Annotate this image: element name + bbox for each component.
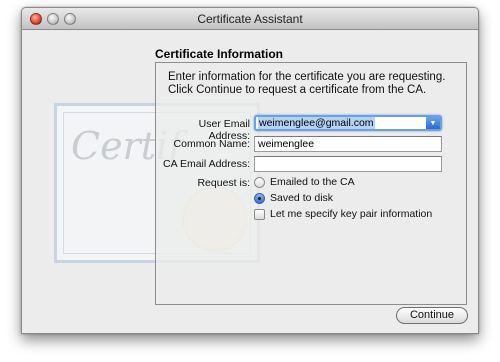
radio-emailed-to-ca-label: Emailed to the CA [270, 176, 355, 188]
key-pair-checkbox-label: Let me specify key pair information [270, 208, 433, 220]
request-is-label: Request is: [197, 177, 250, 189]
title-bar: Certificate Assistant [22, 8, 478, 30]
common-name-field[interactable]: weimenglee [254, 136, 442, 152]
certificate-assistant-window: Certificate Assistant Certif Certificate… [21, 7, 479, 334]
certificate-info-panel: Enter information for the certificate yo… [155, 62, 467, 305]
ca-email-label: CA Email Address: [163, 158, 250, 170]
user-email-combo[interactable]: weimenglee@gmail.com ▼ [254, 115, 442, 131]
ca-email-field[interactable] [254, 156, 442, 172]
section-title: Certificate Information [155, 47, 284, 61]
radio-saved-to-disk[interactable]: Saved to disk [254, 192, 333, 204]
window-title: Certificate Assistant [197, 12, 303, 26]
window-content: Certif Certificate Information Enter inf… [22, 31, 478, 333]
radio-emailed-to-ca-indicator[interactable] [254, 176, 265, 188]
key-pair-checkbox-box[interactable] [254, 208, 265, 220]
radio-saved-to-disk-indicator[interactable] [254, 192, 265, 204]
radio-emailed-to-ca[interactable]: Emailed to the CA [254, 176, 355, 188]
continue-button[interactable]: Continue [396, 307, 468, 324]
common-name-label: Common Name: [173, 138, 250, 150]
key-pair-checkbox[interactable]: Let me specify key pair information [254, 208, 432, 220]
user-email-value: weimenglee@gmail.com [258, 117, 375, 129]
radio-saved-to-disk-label: Saved to disk [270, 192, 334, 204]
intro-text: Enter information for the certificate yo… [168, 71, 446, 96]
chevron-down-icon[interactable]: ▼ [426, 117, 440, 129]
